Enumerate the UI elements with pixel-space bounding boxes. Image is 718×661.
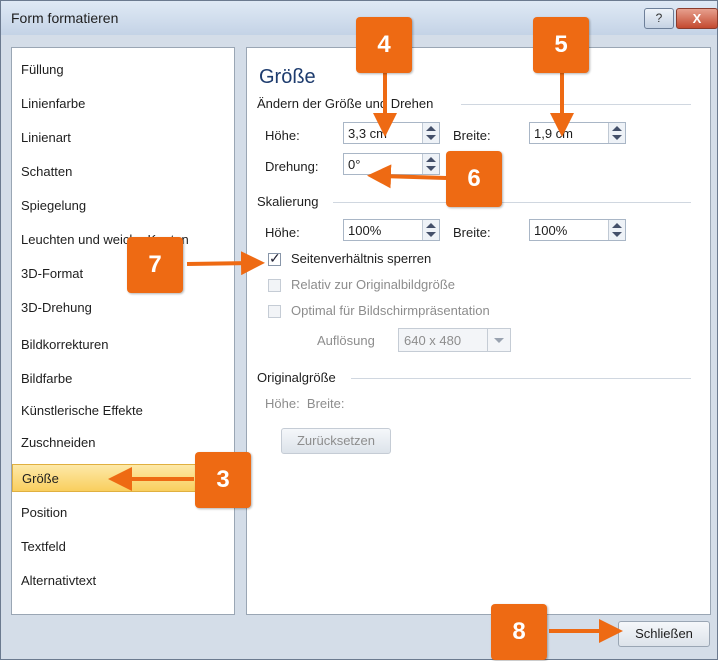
arrow-7 [186,251,265,276]
callout-4: 4 [356,17,412,73]
format-shape-dialog: Form formatieren ? X Füllung Linienfarbe… [0,0,718,660]
callout-arrows [108,71,623,643]
callout-5: 5 [533,17,589,73]
callout-6: 6 [446,151,502,207]
callout-7: 7 [127,237,183,293]
arrow-6 [367,164,447,189]
callout-3: 3 [195,452,251,508]
callout-8: 8 [491,604,547,660]
